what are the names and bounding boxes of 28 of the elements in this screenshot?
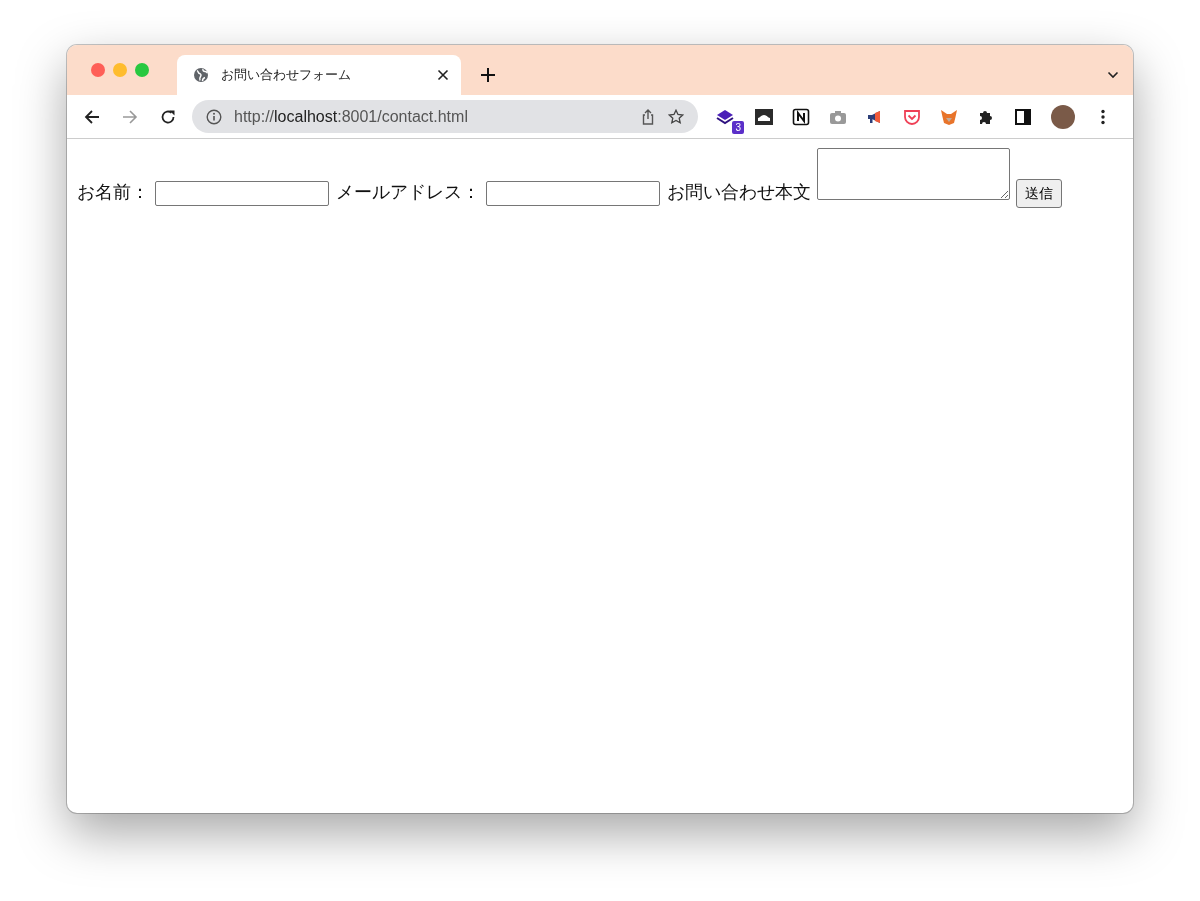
n-logo-icon[interactable] xyxy=(792,107,810,126)
field-label: お問い合わせ本文 xyxy=(667,181,811,204)
reload-icon[interactable] xyxy=(160,108,176,125)
url-text: http://localhost:8001/contact.html xyxy=(234,107,468,126)
back-arrow-icon[interactable] xyxy=(84,108,100,125)
fox-icon[interactable] xyxy=(940,107,958,126)
share-icon[interactable] xyxy=(640,108,656,125)
submit-button[interactable]: 送信 xyxy=(1016,179,1062,208)
side-panel-icon[interactable] xyxy=(1014,107,1032,126)
pocket-icon[interactable] xyxy=(903,107,921,126)
forward-arrow-icon[interactable] xyxy=(122,108,138,125)
cloud-icon[interactable] xyxy=(755,107,773,126)
text-input-field[interactable] xyxy=(155,181,329,206)
chevron-down-icon[interactable] xyxy=(1107,69,1119,81)
star-icon[interactable] xyxy=(668,108,684,125)
info-icon[interactable] xyxy=(206,108,222,125)
message-textarea[interactable] xyxy=(817,148,1010,200)
browser-tab[interactable]: お問い合わせフォーム xyxy=(177,55,461,95)
plus-icon[interactable] xyxy=(481,68,495,82)
close-icon[interactable] xyxy=(437,69,449,81)
field-label: メールアドレス： xyxy=(336,181,480,204)
text-input-field[interactable] xyxy=(486,181,660,206)
extension-badge: 3 xyxy=(732,120,744,134)
tab-title: お問い合わせフォーム xyxy=(221,66,352,84)
field-label: お名前： xyxy=(77,181,149,204)
avatar[interactable] xyxy=(1051,104,1075,129)
address-bar[interactable]: http://localhost:8001/contact.html xyxy=(192,100,698,133)
globe-icon xyxy=(193,67,209,83)
